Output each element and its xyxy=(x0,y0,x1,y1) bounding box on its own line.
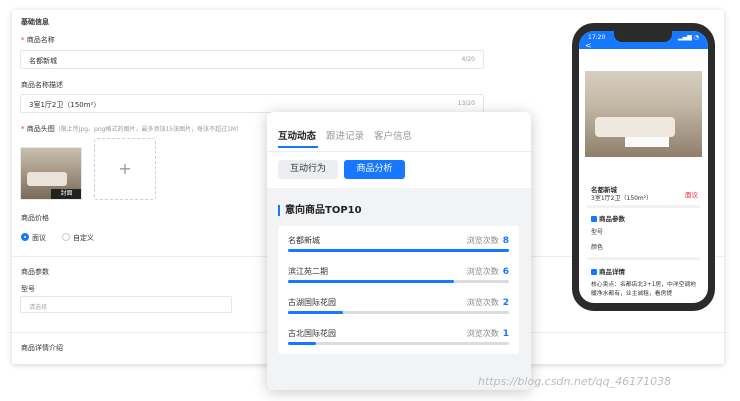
views-count: 6 xyxy=(502,267,509,277)
phone-price-tag: 面议 xyxy=(685,191,698,199)
views-bar-track xyxy=(288,342,509,345)
model-select[interactable]: 请选择 xyxy=(20,296,232,313)
price-label: 商品价格 xyxy=(21,214,49,222)
rank-item-name: 古北国际花园 xyxy=(288,329,336,338)
phone-param-model: 型号 xyxy=(591,229,604,236)
rank-title: 意向商品TOP10 xyxy=(278,205,362,216)
detail-icon xyxy=(591,269,597,275)
sofa-shape xyxy=(595,117,675,137)
model-placeholder: 请选择 xyxy=(29,304,48,311)
rank-item-name: 古湖国际花园 xyxy=(288,298,336,307)
desc-input-value: 3室1厅2卫（150m²） xyxy=(29,101,101,109)
rank-item[interactable]: 古北国际花园 浏览次数 1 xyxy=(288,325,509,354)
name-input-value: 名都新城 xyxy=(29,57,57,65)
detail-label: 商品详情介绍 xyxy=(21,344,63,352)
image-hint: （限上传jpg、png格式的图片，最多添加15张图片，每张不超过1M） xyxy=(54,126,243,133)
sofa-shape xyxy=(27,172,67,186)
radio-unchecked-icon xyxy=(62,233,70,241)
desc-char-count: 13/20 xyxy=(457,100,475,107)
card-tabs: 互动动态 跟进记录 客户信息 xyxy=(267,112,531,152)
plus-icon: + xyxy=(118,159,132,178)
image-label-text: 商品头图 xyxy=(26,125,55,133)
price-option-label: 面议 xyxy=(32,234,46,242)
name-char-count: 4/20 xyxy=(461,56,475,63)
product-photo xyxy=(585,71,702,157)
divider xyxy=(587,205,700,208)
watermark: https://blog.csdn.net/qq_46171038 xyxy=(478,375,672,388)
phone-detail-title: 商品详情 xyxy=(599,268,625,276)
views-label: 浏览次数 xyxy=(466,329,499,338)
views-bar-fill xyxy=(288,342,316,345)
phone-product-sub: 3室1厅2卫（150m²） xyxy=(591,195,653,202)
cover-badge: 封面 xyxy=(51,189,81,199)
rank-item-views: 浏览次数 1 xyxy=(467,328,509,339)
name-label: 商品名称 xyxy=(21,35,55,45)
phone-detail-heading: 商品详情 xyxy=(591,266,625,276)
active-tab-indicator xyxy=(278,146,318,148)
model-label: 型号 xyxy=(21,285,35,293)
rank-item-views: 浏览次数 6 xyxy=(467,266,509,277)
table-shape xyxy=(625,137,669,147)
phone-notch xyxy=(614,31,672,42)
rank-item-views: 浏览次数 8 xyxy=(467,235,509,246)
params-label: 商品参数 xyxy=(21,268,49,276)
views-bar-fill xyxy=(288,311,344,314)
phone-mockup: 17:20 ▂▄▆ ◔ < 名都新城 3室1厅2卫（150m²） 面议 商品参数… xyxy=(572,23,715,311)
signal-battery-icon: ▂▄▆ ◔ xyxy=(678,34,699,41)
views-bar-track xyxy=(288,249,509,252)
rank-item-views: 浏览次数 2 xyxy=(467,297,509,308)
segment-control: 互动行为 商品分析 xyxy=(267,152,531,188)
phone-time: 17:20 xyxy=(588,34,606,41)
rank-item[interactable]: 滨江苑二期 浏览次数 6 xyxy=(288,263,509,292)
phone-detail-text: 核心卖点：名都店北3+1房，中洋空调地暖净水都有，业主诚租，看房提 xyxy=(591,282,696,297)
divider xyxy=(587,257,700,260)
views-count: 2 xyxy=(502,298,509,308)
tab-interaction[interactable]: 互动动态 xyxy=(278,128,316,142)
price-option-negotiable[interactable]: 面议 xyxy=(21,233,46,243)
segment-interaction-behavior[interactable]: 互动行为 xyxy=(278,160,338,179)
desc-input[interactable]: 3室1厅2卫（150m²） 13/20 xyxy=(20,94,484,113)
phone-param-color: 颜色 xyxy=(591,244,604,251)
back-arrow-icon[interactable]: < xyxy=(585,41,592,50)
rank-item[interactable]: 古湖国际花园 浏览次数 2 xyxy=(288,294,509,323)
views-label: 浏览次数 xyxy=(466,267,499,276)
rank-item[interactable]: 名都新城 浏览次数 8 xyxy=(288,232,509,261)
product-image-thumbnail[interactable]: 封面 xyxy=(20,147,82,200)
radio-checked-icon xyxy=(21,233,29,241)
views-count: 1 xyxy=(502,329,509,339)
image-label: 商品头图（限上传jpg、png格式的图片，最多添加15张图片，每张不超过1M） xyxy=(21,124,242,134)
views-bar-fill xyxy=(288,280,454,283)
segment-product-analysis[interactable]: 商品分析 xyxy=(344,160,405,179)
tab-customer-info[interactable]: 客户信息 xyxy=(374,128,412,142)
phone-params-title: 商品参数 xyxy=(599,215,625,223)
views-bar-fill xyxy=(288,249,509,252)
views-bar-track xyxy=(288,280,509,283)
rank-item-name: 名都新城 xyxy=(288,236,320,245)
views-bar-track xyxy=(288,311,509,314)
views-count: 8 xyxy=(502,236,509,246)
phone-screen: 17:20 ▂▄▆ ◔ < 名都新城 3室1厅2卫（150m²） 面议 商品参数… xyxy=(579,31,708,303)
section-title-basic: 基础信息 xyxy=(21,18,49,26)
views-label: 浏览次数 xyxy=(466,298,499,307)
views-label: 浏览次数 xyxy=(466,236,499,245)
image-upload-button[interactable]: + xyxy=(94,138,156,200)
params-icon xyxy=(591,216,597,222)
price-option-custom[interactable]: 自定义 xyxy=(62,233,94,243)
desc-label: 商品名称描述 xyxy=(21,81,63,89)
rank-item-name: 滨江苑二期 xyxy=(288,267,328,276)
customer-analysis-card: 互动动态 跟进记录 客户信息 互动行为 商品分析 意向商品TOP10 名都新城浏… xyxy=(267,112,531,390)
price-option-label: 自定义 xyxy=(73,234,94,242)
tab-follow-up[interactable]: 跟进记录 xyxy=(326,128,364,142)
name-input[interactable]: 名都新城 4/20 xyxy=(20,50,484,69)
rank-list: 名都新城 浏览次数 8 滨江苑二期 浏览次数 6 古湖国际花园 浏览次数 2 古北国际花园 浏览次数… xyxy=(278,226,519,354)
phone-params-heading: 商品参数 xyxy=(591,213,625,223)
